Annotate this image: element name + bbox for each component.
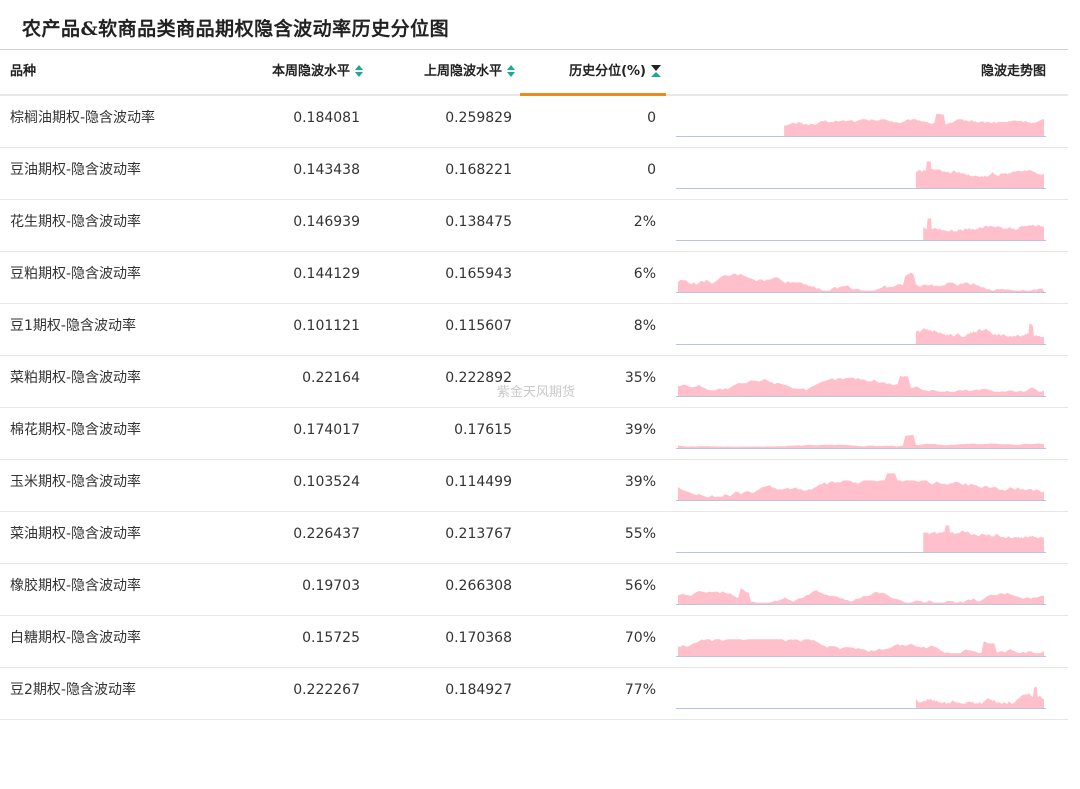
table-row: 橡胶期权-隐含波动率 0.19703 0.266308 56% <box>0 564 1068 616</box>
table-row: 花生期权-隐含波动率 0.146939 0.138475 2% <box>0 200 1068 252</box>
row-last-week: 0.184927 <box>445 682 512 698</box>
sparkline-area <box>678 473 1044 500</box>
row-current-week: 0.174017 <box>293 422 360 438</box>
row-current-week: 0.144129 <box>293 266 360 282</box>
row-name: 棉花期权-隐含波动率 <box>10 422 142 438</box>
row-name: 豆粕期权-隐含波动率 <box>10 266 142 282</box>
sparkline-chart <box>676 525 1046 553</box>
row-percentile: 70% <box>624 630 656 646</box>
sparkline-chart <box>676 113 1046 137</box>
row-last-week: 0.17615 <box>454 422 512 438</box>
sparkline-area <box>915 323 1044 344</box>
row-last-week: 0.266308 <box>445 578 512 594</box>
row-name: 菜油期权-隐含波动率 <box>10 526 142 542</box>
row-percentile: 56% <box>624 578 656 594</box>
row-current-week: 0.101121 <box>293 318 360 334</box>
table-row: 豆1期权-隐含波动率 0.101121 0.115607 8% <box>0 304 1068 356</box>
sparkline-area <box>923 525 1044 552</box>
column-header-percentile-label: 历史分位(%) <box>569 64 646 79</box>
page-title: 农产品&软商品类商品期权隐含波动率历史分位图 <box>22 18 450 40</box>
column-header-last-week-label: 上周隐波水平 <box>423 64 502 79</box>
watermark: 紫金天风期货 <box>497 385 576 400</box>
table-header: 品种 本周隐波水平 上周隐波水平 历史分位(%) 隐波走势图 <box>0 49 1068 96</box>
row-current-week: 0.222267 <box>293 682 360 698</box>
row-name: 橡胶期权-隐含波动率 <box>10 578 142 594</box>
row-name: 豆2期权-隐含波动率 <box>10 682 136 698</box>
row-percentile: 39% <box>624 422 656 438</box>
sparkline-chart <box>676 639 1046 657</box>
sparkline-area <box>784 113 1044 136</box>
row-last-week: 0.114499 <box>445 474 512 490</box>
row-current-week: 0.19703 <box>302 578 360 594</box>
row-percentile: 0 <box>647 162 656 178</box>
sparkline-area <box>915 161 1044 188</box>
table-body: 棕榈油期权-隐含波动率 0.184081 0.259829 0 豆油期权-隐含波动率 0.… <box>0 96 1068 720</box>
table-row: 菜油期权-隐含波动率 0.226437 0.213767 55% <box>0 512 1068 564</box>
row-percentile: 0 <box>647 110 656 126</box>
sparkline-area <box>923 217 1044 240</box>
row-last-week: 0.168221 <box>445 162 512 178</box>
row-percentile: 55% <box>624 526 656 542</box>
sparkline-area <box>915 686 1044 708</box>
sparkline-chart <box>676 473 1046 501</box>
row-last-week: 0.165943 <box>445 266 512 282</box>
sort-descending-icon[interactable] <box>650 64 661 78</box>
row-percentile: 39% <box>624 474 656 490</box>
column-header-percentile[interactable]: 历史分位(%) <box>520 50 666 96</box>
row-current-week: 0.22164 <box>302 370 360 386</box>
row-last-week: 0.259829 <box>445 110 512 126</box>
row-last-week: 0.213767 <box>445 526 512 542</box>
sparkline-area <box>678 434 1044 448</box>
row-name: 玉米期权-隐含波动率 <box>10 474 142 490</box>
row-percentile: 8% <box>633 318 656 334</box>
sparkline-chart <box>676 272 1046 293</box>
column-header-name: 品种 <box>10 64 37 79</box>
table-row: 棕榈油期权-隐含波动率 0.184081 0.259829 0 <box>0 96 1068 148</box>
table-row: 棉花期权-隐含波动率 0.174017 0.17615 39% <box>0 408 1068 460</box>
table-row: 豆粕期权-隐含波动率 0.144129 0.165943 6% <box>0 252 1068 304</box>
sparkline-chart <box>676 161 1046 189</box>
row-name: 花生期权-隐含波动率 <box>10 214 142 230</box>
sparkline-area <box>678 639 1044 656</box>
row-name: 豆1期权-隐含波动率 <box>10 318 136 334</box>
sparkline-area <box>678 375 1044 396</box>
row-last-week: 0.138475 <box>445 214 512 230</box>
table-row: 豆2期权-隐含波动率 0.222267 0.184927 77% <box>0 668 1068 720</box>
column-header-current-week[interactable]: 本周隐波水平 <box>200 50 364 94</box>
row-current-week: 0.146939 <box>293 214 360 230</box>
row-name: 棕榈油期权-隐含波动率 <box>10 110 156 126</box>
row-current-week: 0.103524 <box>293 474 360 490</box>
row-last-week: 0.222892 <box>445 370 512 386</box>
sparkline-chart <box>676 375 1046 397</box>
row-name: 菜粕期权-隐含波动率 <box>10 370 142 386</box>
sort-icon[interactable] <box>506 64 516 78</box>
sparkline-area <box>678 272 1044 292</box>
row-percentile: 6% <box>633 266 656 282</box>
row-current-week: 0.143438 <box>293 162 360 178</box>
row-current-week: 0.15725 <box>302 630 360 646</box>
sparkline-chart <box>676 217 1046 241</box>
sparkline-chart <box>676 588 1046 605</box>
table-row: 玉米期权-隐含波动率 0.103524 0.114499 39% <box>0 460 1068 512</box>
column-header-current-week-label: 本周隐波水平 <box>271 64 350 79</box>
row-current-week: 0.226437 <box>293 526 360 542</box>
row-percentile: 2% <box>633 214 656 230</box>
sparkline-chart <box>676 686 1046 709</box>
table-row: 白糖期权-隐含波动率 0.15725 0.170368 70% <box>0 616 1068 668</box>
row-current-week: 0.184081 <box>293 110 360 126</box>
column-header-last-week[interactable]: 上周隐波水平 <box>360 50 516 94</box>
row-percentile: 77% <box>624 682 656 698</box>
sparkline-chart <box>676 323 1046 345</box>
row-name: 豆油期权-隐含波动率 <box>10 162 142 178</box>
column-header-trend: 隐波走势图 <box>980 64 1046 79</box>
row-last-week: 0.115607 <box>445 318 512 334</box>
row-last-week: 0.170368 <box>445 630 512 646</box>
table-row: 豆油期权-隐含波动率 0.143438 0.168221 0 <box>0 148 1068 200</box>
row-name: 白糖期权-隐含波动率 <box>10 630 142 646</box>
sparkline-area <box>678 588 1044 604</box>
sparkline-chart <box>676 434 1046 449</box>
